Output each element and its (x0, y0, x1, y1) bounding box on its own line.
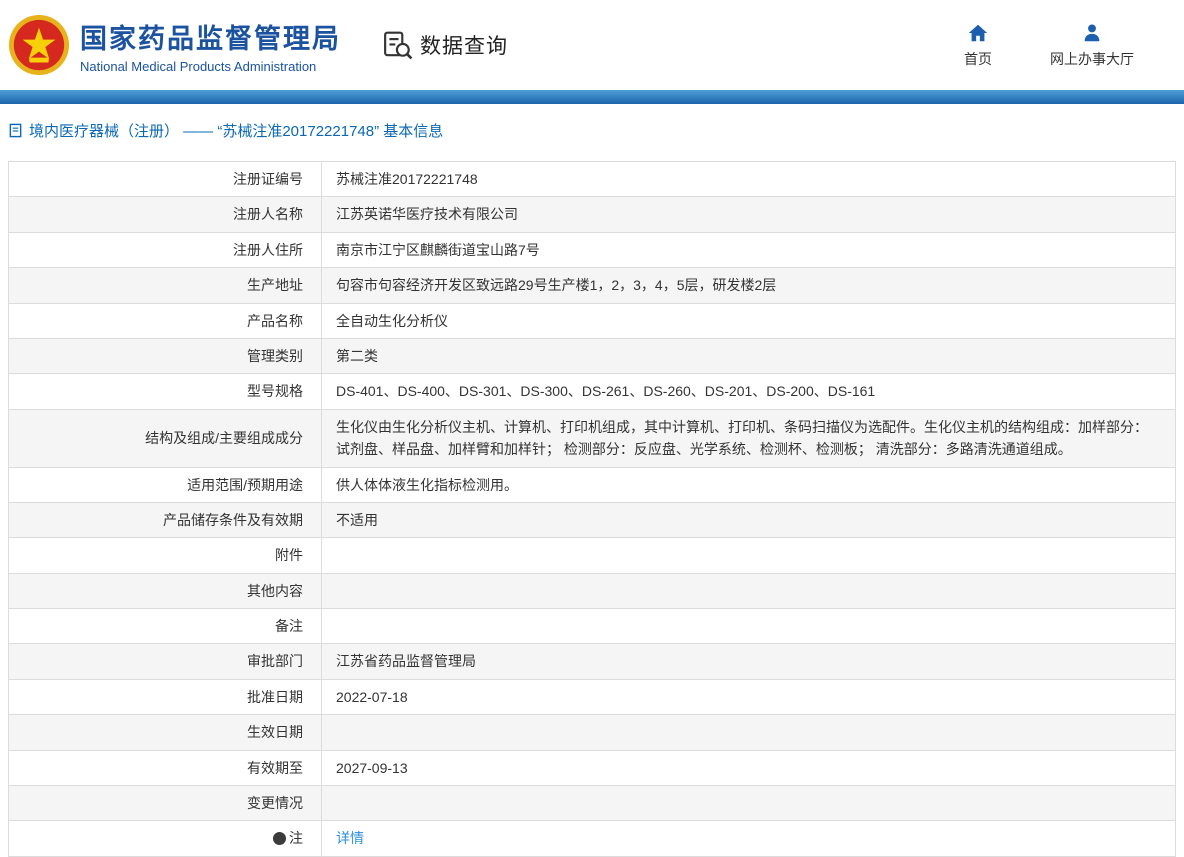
row-label: 产品名称 (8, 302, 322, 339)
row-value: 江苏英诺华医疗技术有限公司 (321, 196, 1176, 233)
row-label: 备注 (8, 608, 322, 645)
home-icon (968, 24, 988, 41)
breadcrumb-text: 境内医疗器械（注册） —— “苏械注准20172221748” 基本信息 (29, 123, 444, 140)
row-label: 注册人名称 (8, 196, 322, 233)
row-value: 2027-09-13 (321, 749, 1176, 787)
org-title-block: 国家药品监督管理局 National Medical Products Admi… (80, 17, 341, 74)
row-label: 结构及组成/主要组成成分 (8, 408, 322, 468)
table-row: 生效日期 (8, 714, 1176, 751)
details-link[interactable]: 详情 (336, 830, 364, 846)
note-icon (273, 832, 286, 846)
row-label: 生效日期 (8, 714, 322, 751)
table-row: 其他内容 (8, 572, 1176, 610)
nav-home-label: 首页 (964, 50, 992, 67)
row-value (321, 714, 1176, 751)
row-label: 产品储存条件及有效期 (8, 501, 322, 539)
org-name-en: National Medical Products Administration (80, 58, 317, 74)
data-query-icon (384, 31, 413, 60)
table-row: 备注 (8, 608, 1176, 645)
table-row: 生产地址 句容市句容经济开发区致远路29号生产楼1，2，3，4，5层，研发楼2层 (8, 267, 1176, 304)
table-row: 注册证编号 苏械注准20172221748 (8, 160, 1176, 198)
table-row: 注详情 (8, 820, 1176, 857)
table-row: 型号规格 DS-401、DS-400、DS-301、DS-300、DS-261、D… (8, 373, 1176, 410)
table-row: 有效期至 2027-09-13 (8, 749, 1176, 787)
row-value: 详情 (321, 820, 1176, 857)
table-row: 适用范围/预期用途 供人体体液生化指标检测用。 (8, 466, 1176, 503)
table-row: 产品储存条件及有效期 不适用 (8, 501, 1176, 539)
table-row: 管理类别 第二类 (8, 337, 1176, 375)
data-query-label: 数据查询 (420, 35, 508, 58)
row-label: 型号规格 (8, 373, 322, 410)
row-label: 附件 (8, 537, 322, 574)
row-value: 生化仪由生化分析仪主机、计算机、打印机组成，其中计算机、打印机、条码扫描仪为选配… (321, 408, 1176, 468)
row-value: 句容市句容经济开发区致远路29号生产楼1，2，3，4，5层，研发楼2层 (321, 267, 1176, 304)
row-value: 第二类 (321, 337, 1176, 375)
national-emblem-logo (8, 14, 70, 76)
row-label: 注 (8, 820, 322, 857)
row-value (321, 608, 1176, 645)
table-row: 注册人住所 南京市江宁区麒麟街道宝山路7号 (8, 231, 1176, 269)
row-value: 不适用 (321, 501, 1176, 539)
breadcrumb: 境内医疗器械（注册） —— “苏械注准20172221748” 基本信息 (0, 104, 1184, 155)
row-value (321, 537, 1176, 574)
row-label: 审批部门 (8, 643, 322, 680)
row-value (321, 785, 1176, 822)
table-row: 结构及组成/主要组成成分 生化仪由生化分析仪主机、计算机、打印机组成，其中计算机、… (8, 408, 1176, 468)
top-nav: 首页 网上办事大厅 (964, 22, 1134, 69)
row-label: 变更情况 (8, 785, 322, 822)
data-query-section: 数据查询 (383, 30, 508, 60)
table-row: 审批部门 江苏省药品监督管理局 (8, 643, 1176, 680)
table-row: 附件 (8, 537, 1176, 574)
info-table-body: 注册证编号 苏械注准20172221748 注册人名称 江苏英诺华医疗技术有限公司 注册… (8, 160, 1176, 857)
person-icon (1084, 23, 1100, 41)
info-table: 注册证编号 苏械注准20172221748 注册人名称 江苏英诺华医疗技术有限公司 注册… (8, 160, 1176, 857)
row-label: 有效期至 (8, 749, 322, 787)
table-row: 变更情况 (8, 785, 1176, 822)
header-divider-bar (0, 90, 1184, 104)
row-label: 注册人住所 (8, 231, 322, 269)
row-value: DS-401、DS-400、DS-301、DS-300、DS-261、DS-26… (321, 373, 1176, 410)
row-value: 苏械注准20172221748 (321, 160, 1176, 198)
document-icon (9, 123, 22, 138)
nav-home[interactable]: 首页 (964, 22, 992, 69)
row-value: 2022-07-18 (321, 678, 1176, 716)
row-value: 南京市江宁区麒麟街道宝山路7号 (321, 231, 1176, 269)
row-label: 注册证编号 (8, 160, 322, 198)
row-value (321, 572, 1176, 610)
row-label: 批准日期 (8, 678, 322, 716)
row-label: 生产地址 (8, 267, 322, 304)
site-header: 国家药品监督管理局 National Medical Products Admi… (0, 0, 1184, 90)
row-label: 适用范围/预期用途 (8, 466, 322, 503)
row-label: 其他内容 (8, 572, 322, 610)
table-row: 产品名称 全自动生化分析仪 (8, 302, 1176, 339)
nav-service-hall-label: 网上办事大厅 (1050, 50, 1134, 67)
org-name-cn: 国家药品监督管理局 (80, 23, 341, 54)
row-value: 全自动生化分析仪 (321, 302, 1176, 339)
table-row: 批准日期 2022-07-18 (8, 678, 1176, 716)
table-row: 注册人名称 江苏英诺华医疗技术有限公司 (8, 196, 1176, 233)
nav-service-hall[interactable]: 网上办事大厅 (1050, 22, 1134, 69)
row-value: 供人体体液生化指标检测用。 (321, 466, 1176, 503)
row-value: 江苏省药品监督管理局 (321, 643, 1176, 680)
row-label: 管理类别 (8, 337, 322, 375)
